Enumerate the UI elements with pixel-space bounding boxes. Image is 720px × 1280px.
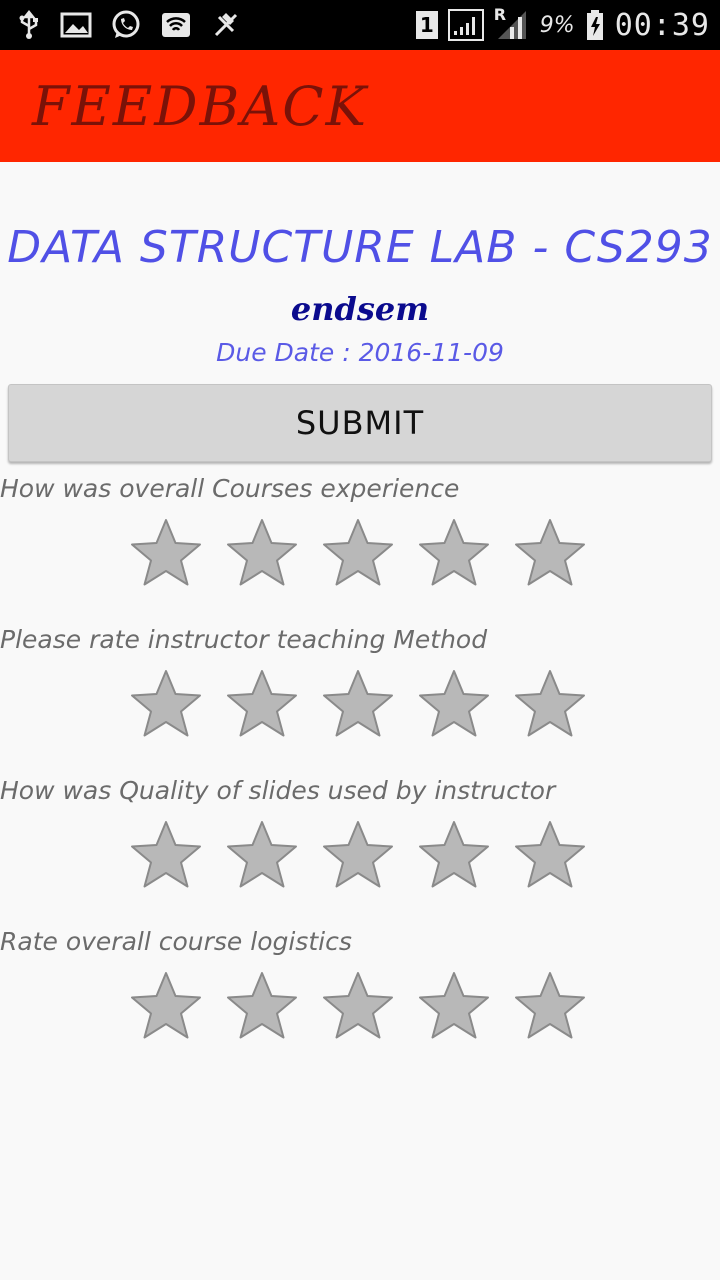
question-label: How was Quality of slides used by instru… [0, 776, 556, 805]
roaming-indicator: R [493, 5, 507, 24]
no-sim-icon [210, 9, 242, 41]
submit-button[interactable]: SUBMIT [8, 384, 712, 462]
star-icon[interactable] [320, 969, 396, 1041]
question-label: Please rate instructor teaching Method [0, 625, 488, 654]
star-icon[interactable] [224, 667, 300, 739]
due-date-value: 2016-11-09 [358, 338, 504, 367]
star-icon[interactable] [320, 516, 396, 588]
exam-type: endsem [290, 290, 430, 328]
whatsapp-icon [110, 9, 142, 41]
star-icon[interactable] [512, 818, 588, 890]
image-icon [60, 12, 92, 38]
app-title: FEEDBACK [32, 74, 368, 138]
star-icon[interactable] [512, 969, 588, 1041]
star-rating[interactable] [128, 969, 588, 1041]
question-label: How was overall Courses experience [0, 474, 460, 503]
course-title: DATA STRUCTURE LAB - CS293 [7, 222, 713, 273]
usb-icon [16, 10, 42, 40]
star-icon[interactable] [128, 667, 204, 739]
roaming-signal-icon: R [494, 5, 530, 41]
star-icon[interactable] [128, 818, 204, 890]
due-date-label: Due Date : [216, 338, 359, 367]
star-rating[interactable] [128, 516, 588, 588]
star-icon[interactable] [320, 667, 396, 739]
sim-slot-badge: 1 [415, 11, 438, 39]
battery-percent: 9% [539, 12, 575, 38]
status-bar: 1 R 9% 00:39 [0, 0, 720, 50]
star-icon[interactable] [128, 969, 204, 1041]
due-date-row: Due Date : 2016-11-09 [0, 338, 720, 367]
star-icon[interactable] [224, 818, 300, 890]
star-rating[interactable] [128, 818, 588, 890]
star-icon[interactable] [416, 516, 492, 588]
battery-icon [585, 9, 605, 41]
star-icon[interactable] [224, 969, 300, 1041]
star-icon[interactable] [320, 818, 396, 890]
star-icon[interactable] [416, 667, 492, 739]
star-icon[interactable] [512, 516, 588, 588]
star-icon[interactable] [416, 818, 492, 890]
star-rating[interactable] [128, 667, 588, 739]
star-icon[interactable] [512, 667, 588, 739]
star-icon[interactable] [416, 969, 492, 1041]
star-icon[interactable] [224, 516, 300, 588]
signal-icon [447, 9, 484, 41]
question-label: Rate overall course logistics [0, 927, 352, 956]
status-clock: 00:39 [614, 7, 710, 43]
app-bar: FEEDBACK [0, 50, 720, 162]
star-icon[interactable] [128, 516, 204, 588]
wifi-icon [160, 11, 192, 39]
